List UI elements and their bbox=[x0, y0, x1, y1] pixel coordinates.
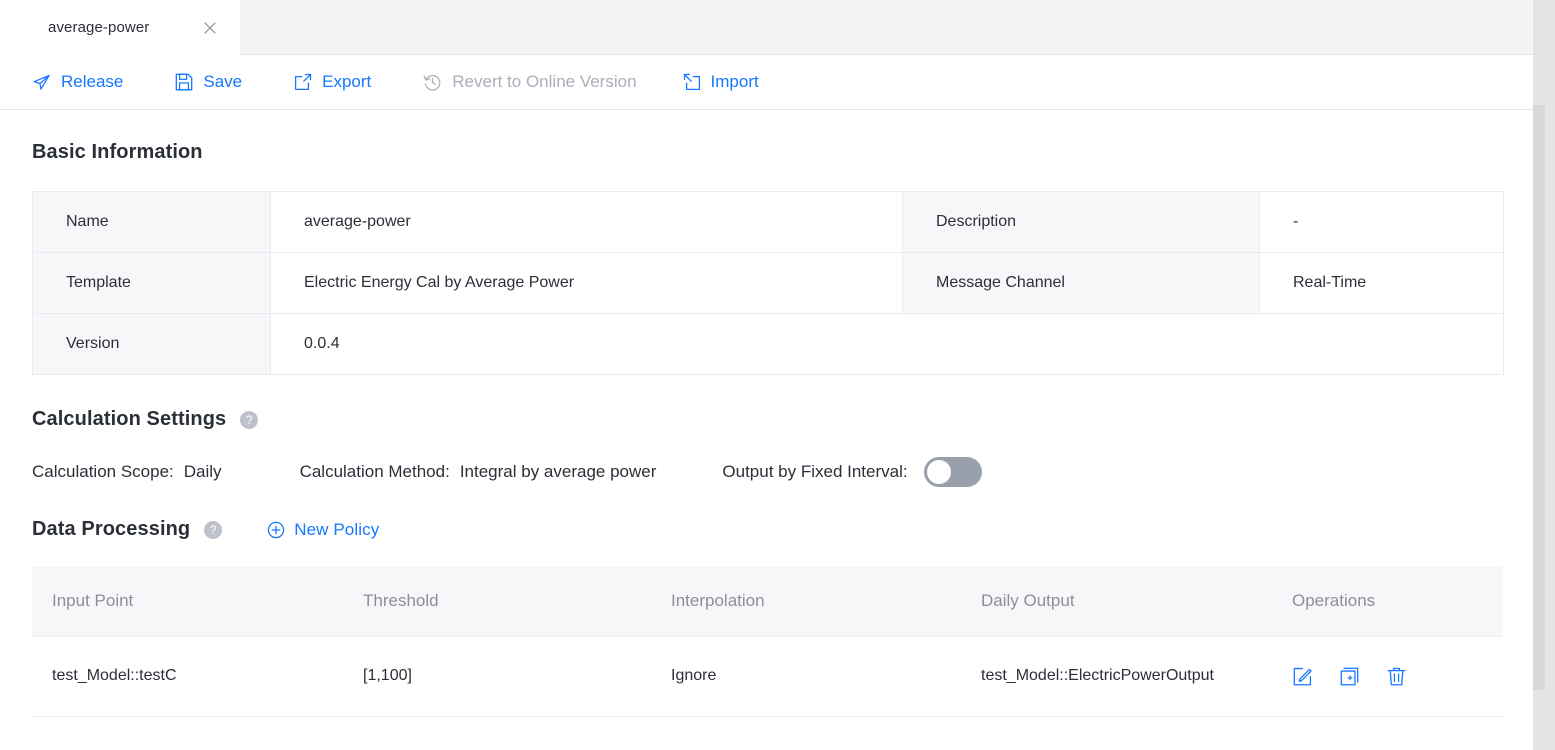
toggle-knob bbox=[926, 460, 951, 484]
info-label-description: Description bbox=[902, 191, 1260, 253]
export-icon bbox=[294, 73, 312, 91]
export-label: Export bbox=[322, 72, 372, 91]
info-value-template: Electric Energy Cal by Average Power bbox=[270, 252, 903, 314]
calculation-scope-label: Calculation Scope: bbox=[32, 462, 174, 481]
output-by-fixed-interval-group: Output by Fixed Interval: bbox=[722, 457, 982, 487]
column-header-daily-output: Daily Output bbox=[961, 567, 1272, 637]
content-area: Basic Information Name average-power Des… bbox=[0, 110, 1533, 750]
cell-operations bbox=[1272, 636, 1503, 717]
table-header-row: Input Point Threshold Interpolation Dail… bbox=[32, 567, 1503, 637]
info-value-message-channel: Real-Time bbox=[1259, 252, 1504, 314]
column-header-operations: Operations bbox=[1272, 567, 1503, 637]
table-row: Version 0.0.4 bbox=[32, 313, 1504, 375]
calculation-method-label: Calculation Method: bbox=[299, 462, 450, 481]
output-by-fixed-interval-toggle[interactable] bbox=[923, 457, 982, 487]
column-header-threshold: Threshold bbox=[343, 567, 651, 637]
edit-icon[interactable] bbox=[1292, 666, 1313, 687]
revert-label: Revert to Online Version bbox=[452, 72, 637, 91]
info-value-version: 0.0.4 bbox=[270, 313, 1504, 375]
calculation-settings-row: Calculation Scope: Daily Calculation Met… bbox=[32, 457, 1533, 487]
table-row: test_Model::testC [1,100] Ignore test_Mo… bbox=[32, 636, 1503, 717]
scrollbar-thumb[interactable] bbox=[1533, 105, 1545, 690]
floppy-disk-icon bbox=[175, 73, 193, 91]
export-button[interactable]: Export bbox=[294, 55, 371, 109]
toolbar: Release Save Export Revert to Online Ver… bbox=[0, 55, 1533, 110]
cell-daily-output: test_Model::ElectricPowerOutput bbox=[961, 636, 1272, 717]
tab-label: average-power bbox=[48, 19, 150, 36]
cell-interpolation: Ignore bbox=[651, 636, 961, 717]
output-by-fixed-interval-label: Output by Fixed Interval: bbox=[722, 462, 908, 481]
tab-bar: average-power bbox=[0, 0, 1533, 55]
data-processing-heading: Data Processing bbox=[32, 518, 191, 540]
cell-threshold: [1,100] bbox=[343, 636, 651, 717]
release-button[interactable]: Release bbox=[32, 55, 123, 109]
app-root: average-power Release Save Export Revert… bbox=[0, 0, 1555, 750]
cell-input-point: test_Model::testC bbox=[32, 636, 343, 717]
close-icon[interactable] bbox=[202, 20, 218, 36]
data-processing-heading-row: Data Processing ? New Policy bbox=[32, 518, 1533, 541]
table-row: Template Electric Energy Cal by Average … bbox=[32, 252, 1504, 314]
table-row: Name average-power Description - bbox=[32, 191, 1504, 253]
tab-average-power[interactable]: average-power bbox=[0, 0, 240, 55]
vertical-scrollbar[interactable] bbox=[1533, 0, 1555, 750]
info-value-description: - bbox=[1259, 191, 1504, 253]
revert-to-online-version-button[interactable]: Revert to Online Version bbox=[423, 55, 637, 109]
import-label: Import bbox=[710, 72, 759, 91]
import-button[interactable]: Import bbox=[683, 55, 759, 109]
info-label-version: Version bbox=[32, 313, 271, 375]
release-label: Release bbox=[61, 72, 124, 91]
plus-circle-icon bbox=[267, 521, 285, 539]
delete-icon[interactable] bbox=[1386, 666, 1407, 687]
data-processing-table: Input Point Threshold Interpolation Dail… bbox=[32, 567, 1503, 717]
import-icon bbox=[683, 73, 701, 91]
basic-information-heading: Basic Information bbox=[32, 141, 203, 163]
help-icon[interactable]: ? bbox=[204, 520, 223, 539]
send-icon bbox=[32, 73, 51, 92]
calculation-settings-heading: Calculation Settings bbox=[32, 408, 227, 430]
calculation-settings-heading-row: Calculation Settings ? bbox=[32, 408, 1533, 431]
basic-information-table: Name average-power Description - Templat… bbox=[32, 191, 1504, 375]
history-clock-icon bbox=[423, 73, 442, 92]
operations-group bbox=[1292, 666, 1502, 687]
help-icon[interactable]: ? bbox=[240, 410, 259, 429]
new-policy-label: New Policy bbox=[294, 519, 380, 539]
info-label-template: Template bbox=[32, 252, 271, 314]
save-button[interactable]: Save bbox=[175, 55, 242, 109]
copy-icon[interactable] bbox=[1339, 666, 1360, 687]
new-policy-button[interactable]: New Policy bbox=[267, 520, 379, 540]
calculation-scope-value: Daily bbox=[183, 462, 222, 481]
column-header-input-point: Input Point bbox=[32, 567, 343, 637]
save-label: Save bbox=[203, 72, 243, 91]
info-value-name: average-power bbox=[270, 191, 903, 253]
info-label-message-channel: Message Channel bbox=[902, 252, 1260, 314]
calculation-method-value: Integral by average power bbox=[459, 462, 657, 481]
column-header-interpolation: Interpolation bbox=[651, 567, 961, 637]
info-label-name: Name bbox=[32, 191, 271, 253]
